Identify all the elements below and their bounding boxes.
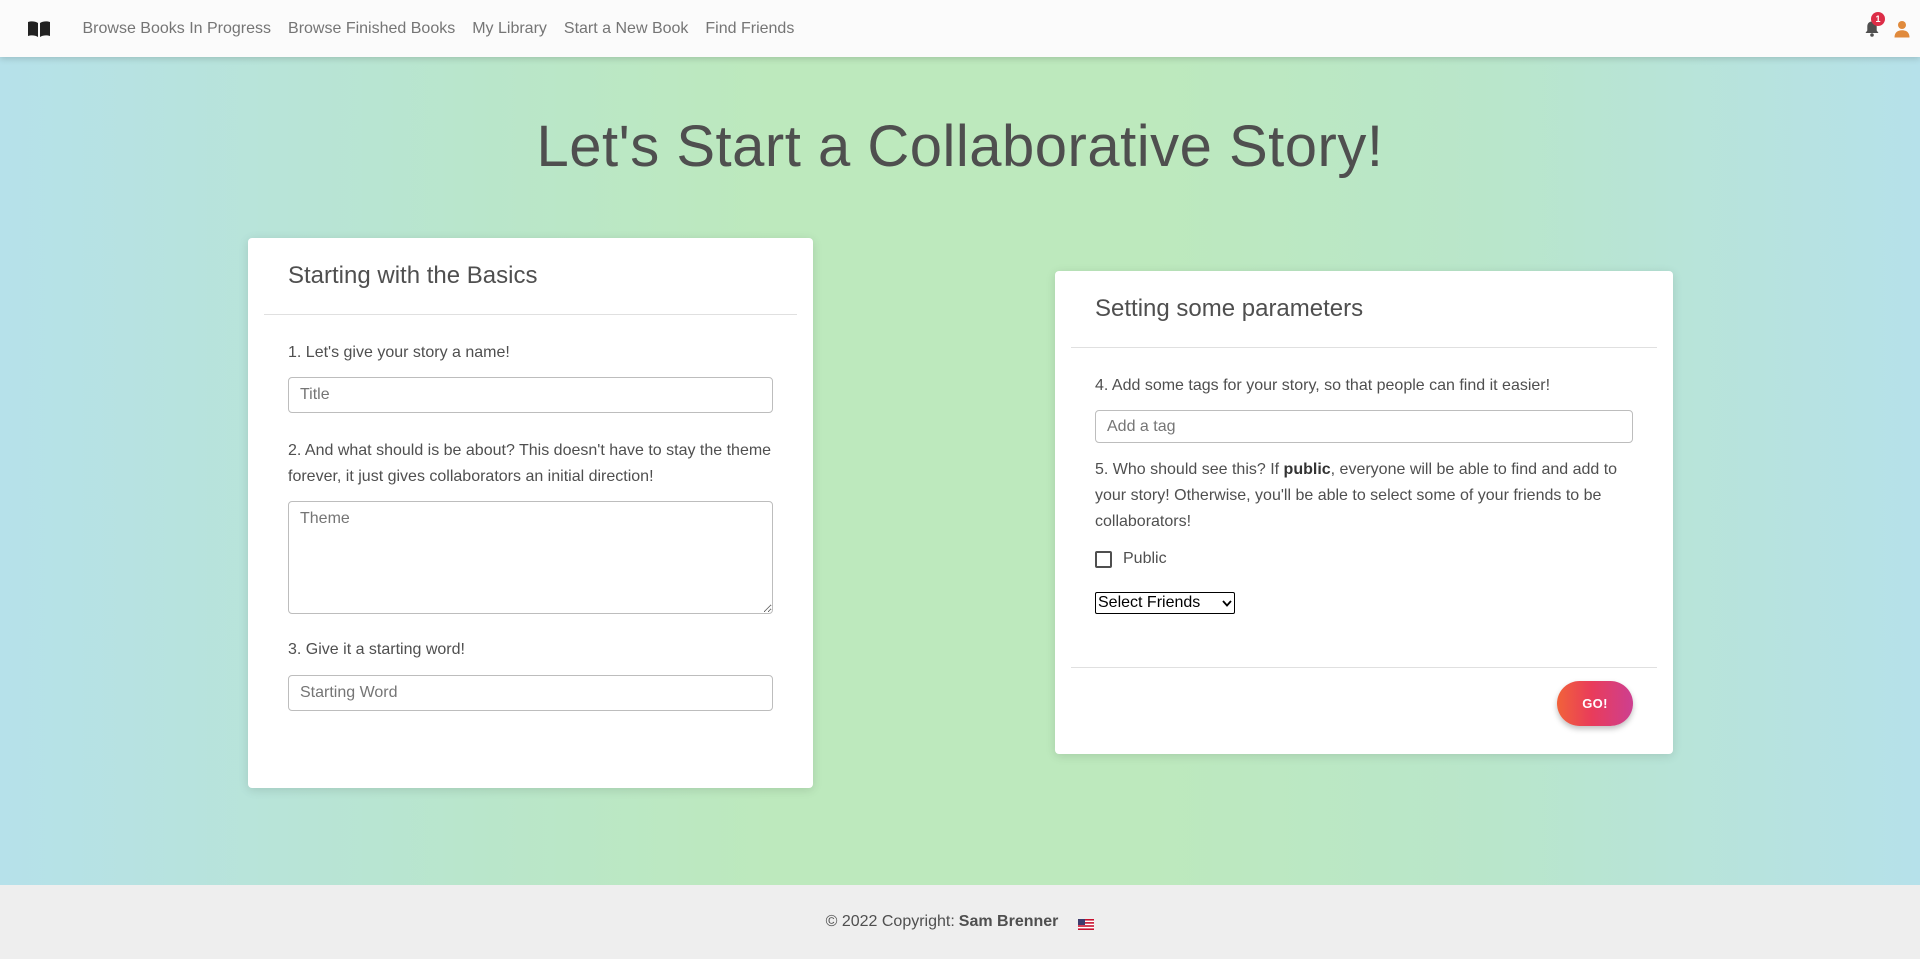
question-4-label: 4. Add some tags for your story, so that… [1095, 377, 1551, 394]
parameters-card-body: 4. Add some tags for your story, so that… [1055, 373, 1673, 614]
basics-card-body: 1. Let's give your story a name! 2. And … [248, 340, 813, 711]
user-icon[interactable] [1893, 20, 1911, 38]
main-content: Let's Start a Collaborative Story! Start… [0, 57, 1920, 885]
question-5-label: 5. Who should see this? If public, every… [1095, 457, 1633, 535]
notification-badge: 1 [1871, 11, 1885, 26]
question-1-label: 1. Let's give your story a name! [288, 344, 510, 361]
question-2-label: 2. And what should is be about? This doe… [288, 442, 772, 485]
parameters-card-title: Setting some parameters [1095, 295, 1364, 322]
starting-word-input[interactable] [288, 675, 773, 711]
nav-links: Browse Books In Progress Browse Finished… [74, 0, 803, 57]
question-5-public-emphasis: public [1283, 461, 1331, 478]
basics-card-title: Starting with the Basics [288, 262, 538, 289]
bell-icon[interactable]: 1 [1863, 11, 1885, 38]
copyright-text: © 2022 Copyright: [825, 913, 955, 930]
chevron-down-icon [1222, 594, 1232, 612]
friends-select-value: Select Friends [1098, 594, 1201, 611]
basics-card: Starting with the Basics 1. Let's give y… [248, 238, 813, 788]
public-checkbox[interactable] [1095, 550, 1112, 568]
open-book-icon[interactable] [27, 20, 51, 38]
parameters-card-header: Setting some parameters [1071, 271, 1657, 348]
copyright-author: Sam Brenner [958, 913, 1059, 930]
us-flag-icon[interactable] [1078, 917, 1095, 930]
page-title: Let's Start a Collaborative Story! [536, 114, 1384, 179]
nav-link-start-new-book[interactable]: Start a New Book [555, 0, 697, 57]
tag-input[interactable] [1095, 410, 1633, 443]
nav-right: 1 [1863, 0, 1920, 57]
footer: © 2022 Copyright: Sam Brenner [0, 885, 1920, 959]
parameters-card-footer: GO! [1071, 667, 1657, 754]
title-input[interactable] [288, 377, 773, 413]
theme-textarea[interactable] [288, 501, 773, 614]
public-checkbox-label[interactable]: Public [1123, 550, 1167, 568]
parameters-card: Setting some parameters 4. Add some tags… [1055, 271, 1673, 754]
go-button[interactable]: GO! [1557, 681, 1633, 726]
nav-link-find-friends[interactable]: Find Friends [697, 0, 803, 57]
basics-card-header: Starting with the Basics [264, 238, 797, 315]
nav-link-browse-in-progress[interactable]: Browse Books In Progress [74, 0, 280, 57]
question-3-label: 3. Give it a starting word! [288, 641, 465, 658]
question-5-text-start: 5. Who should see this? If [1095, 461, 1284, 478]
friends-select[interactable]: Select Friends [1095, 592, 1235, 614]
nav-link-browse-finished[interactable]: Browse Finished Books [280, 0, 464, 57]
navbar: Browse Books In Progress Browse Finished… [0, 0, 1920, 57]
nav-link-my-library[interactable]: My Library [464, 0, 556, 57]
public-checkbox-row[interactable]: Public [1095, 550, 1633, 568]
